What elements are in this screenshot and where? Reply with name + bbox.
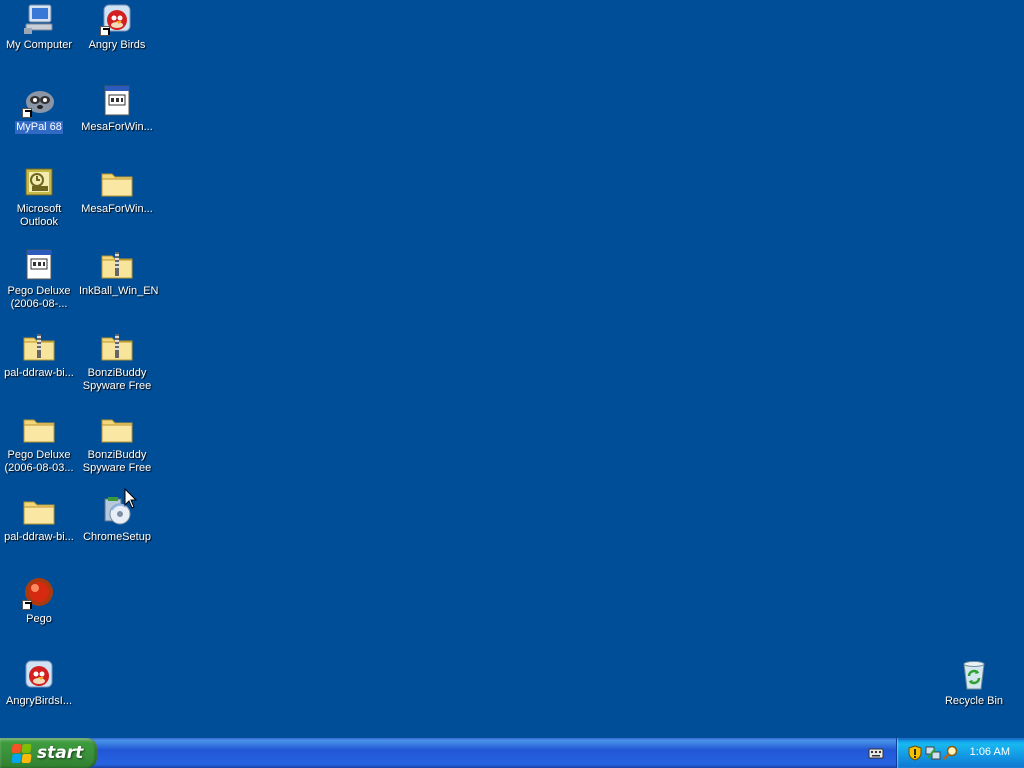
desktop-icon-mesaforwin-folder[interactable]: MesaForWin... [78,166,156,244]
desktop-icon-label: pal-ddraw-bi... [4,531,74,543]
zip-folder-icon [22,330,56,364]
desktop-icon-recycle-bin[interactable]: Recycle Bin [935,658,1013,736]
desktop-icon-label: Angry Birds [88,39,146,51]
angry-birds-icon [100,2,134,36]
desktop-icon-label: InkBall_Win_EN [79,285,159,297]
network-icon[interactable] [925,745,941,761]
desktop-icon-inkball[interactable]: InkBall_Win_EN [78,248,159,326]
desktop-icon-label: Pego Deluxe (2006-08-03... [4,449,74,474]
keyboard-icon[interactable] [868,746,884,760]
shortcut-arrow-icon [22,108,32,118]
desktop-icon-pal-ddraw-zip[interactable]: pal-ddraw-bi... [0,330,78,408]
shortcut-arrow-icon [100,26,110,36]
recycle-bin-icon [957,658,991,692]
desktop-icon-chromesetup[interactable]: ChromeSetup [78,494,156,572]
mypal-icon [22,84,56,118]
desktop-icon-pego[interactable]: Pego [0,576,78,654]
taskbar: start 1:06 AM [0,738,1024,768]
desktop-icon-label: BonziBuddy Spyware Free [82,449,152,474]
program-window-icon [100,84,134,118]
folder-icon [22,494,56,528]
my-computer-icon [22,2,56,36]
desktop-icon-label: Recycle Bin [944,695,1004,707]
desktop-icon-label: My Computer [5,39,73,51]
zip-folder-icon [100,248,134,282]
desktop-icon-label: MesaForWin... [81,203,153,215]
desktop-icon-bonzibuddy-folder[interactable]: BonziBuddy Spyware Free [78,412,156,490]
desktop-icon-angry-birds[interactable]: Angry Birds [78,2,156,80]
mouse-pointer-icon [124,488,138,509]
windows-logo-icon [10,742,32,764]
desktop-icon-label: ChromeSetup [83,531,151,543]
program-window-icon [22,248,56,282]
desktop[interactable]: My Computer MyPal 68 Microsoft Outlook P… [0,0,1024,738]
folder-icon [22,412,56,446]
desktop-icon-microsoft-outlook[interactable]: Microsoft Outlook [0,166,78,244]
outlook-icon [22,166,56,200]
shortcut-arrow-icon [22,600,32,610]
zip-folder-icon [100,330,134,364]
start-label: start [37,743,84,763]
desktop-icon-pego-deluxe-exe[interactable]: Pego Deluxe (2006-08-... [0,248,78,326]
folder-icon [100,412,134,446]
desktop-icon-mypal[interactable]: MyPal 68 [0,84,78,162]
desktop-icon-pal-ddraw-folder[interactable]: pal-ddraw-bi... [0,494,78,572]
system-tray: 1:06 AM [896,738,1024,768]
desktop-icon-label: BonziBuddy Spyware Free [82,367,152,392]
search-icon[interactable] [943,745,959,761]
desktop-icon-label: pal-ddraw-bi... [4,367,74,379]
desktop-icon-angrybirds-installer[interactable]: AngryBirdsI... [0,658,78,736]
desktop-icon-label: MesaForWin... [81,121,153,133]
desktop-icon-label: AngryBirdsI... [5,695,73,707]
desktop-icon-label: Pego [26,613,52,625]
folder-icon [100,166,134,200]
angry-birds-icon [22,658,56,692]
start-button[interactable]: start [0,738,97,768]
desktop-icon-label: MyPal 68 [15,121,63,134]
desktop-icon-mesaforwin-exe[interactable]: MesaForWin... [78,84,156,162]
desktop-icon-pego-deluxe-folder[interactable]: Pego Deluxe (2006-08-03... [0,412,78,490]
desktop-icon-label: Pego Deluxe (2006-08-... [7,285,71,310]
desktop-icon-label: Microsoft Outlook [16,203,62,228]
desktop-icon-my-computer[interactable]: My Computer [0,2,78,80]
pego-icon [22,576,56,610]
desktop-icon-bonzibuddy-zip[interactable]: BonziBuddy Spyware Free [78,330,156,408]
clock[interactable]: 1:06 AM [970,746,1010,758]
security-shield-icon[interactable] [907,745,923,761]
